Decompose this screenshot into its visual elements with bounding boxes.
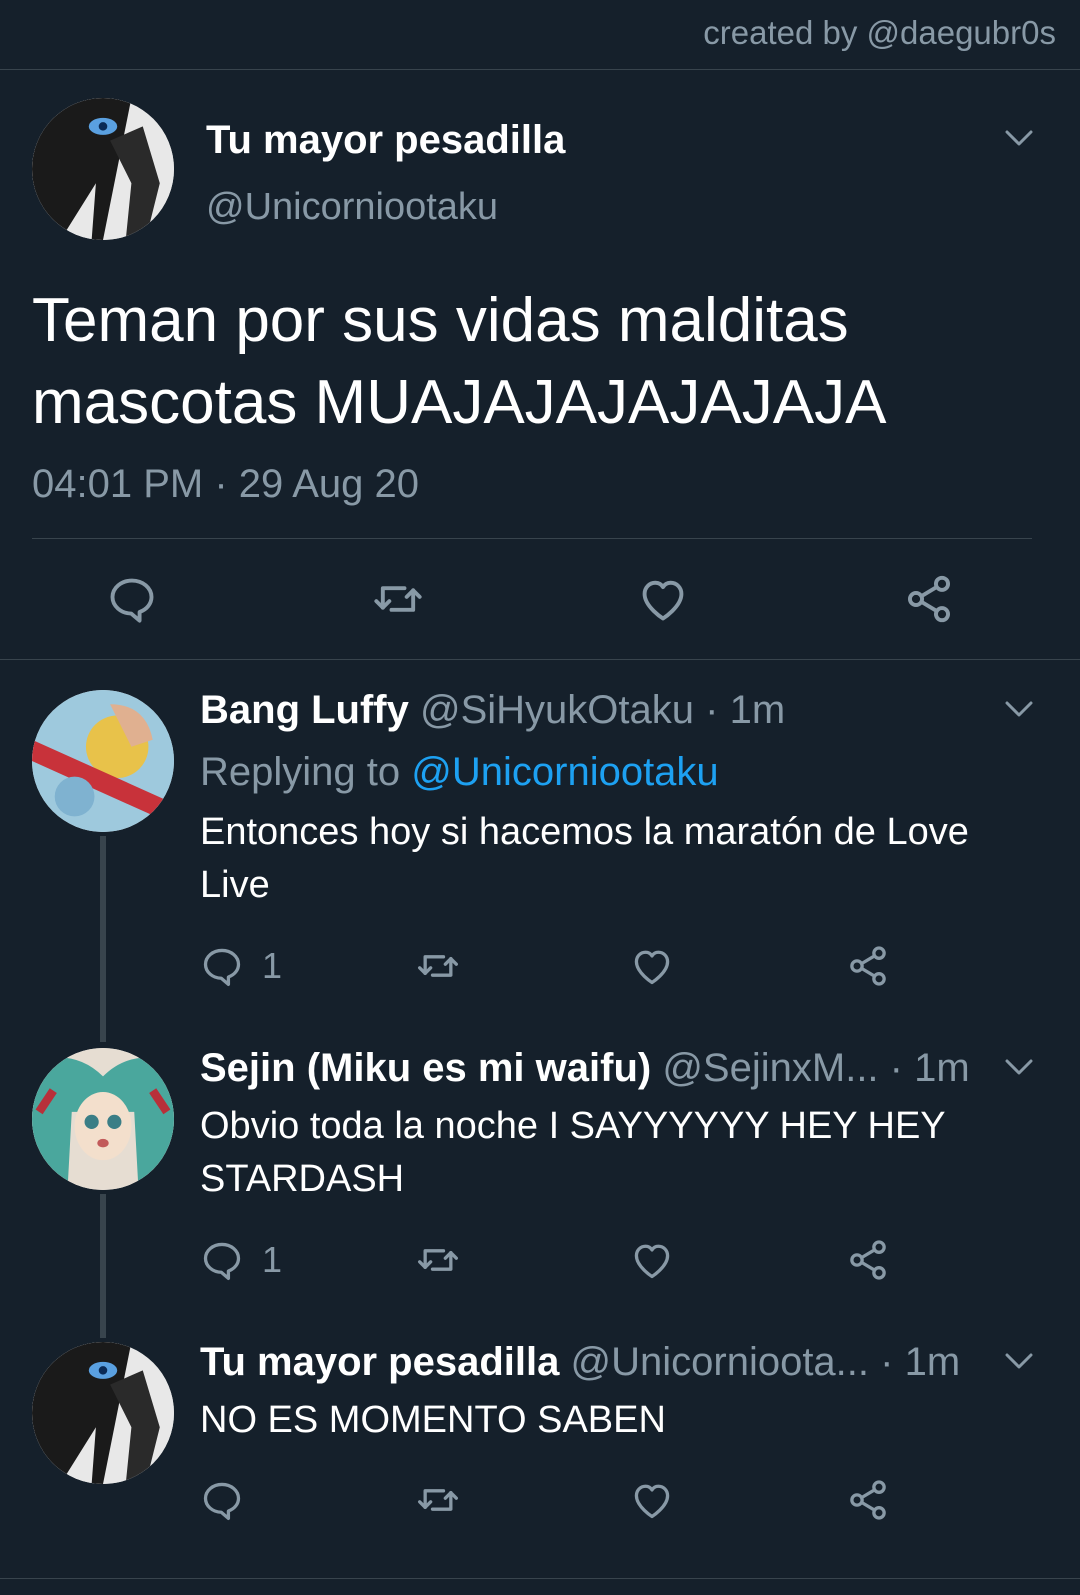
- avatar-image: [32, 690, 174, 832]
- reply-author-name[interactable]: Tu mayor pesadilla: [200, 1340, 559, 1384]
- share-icon: [846, 1238, 890, 1282]
- like-button[interactable]: [630, 944, 674, 988]
- heart-icon: [630, 1478, 674, 1522]
- tweet-date: 29 Aug 20: [238, 462, 419, 506]
- retweet-button[interactable]: [414, 1238, 462, 1282]
- avatar[interactable]: [32, 1342, 174, 1484]
- share-button[interactable]: [846, 944, 890, 988]
- reply-text: NO ES MOMENTO SABEN: [200, 1399, 666, 1441]
- retweet-icon: [414, 1238, 462, 1282]
- reply-author-name[interactable]: Sejin (Miku es mi waifu): [200, 1046, 651, 1090]
- reply-author-handle[interactable]: @SiHyukOtaku: [420, 688, 694, 732]
- retweet-button[interactable]: [414, 1478, 462, 1522]
- replying-to-label: Replying to: [200, 750, 401, 794]
- avatar[interactable]: [32, 1048, 174, 1190]
- reply-header: Bang Luffy @SiHyukOtaku · 1m: [200, 688, 785, 733]
- heart-icon: [636, 573, 690, 625]
- reply-author-name[interactable]: Bang Luffy: [200, 688, 409, 732]
- timestamp-dot: ·: [705, 688, 719, 732]
- reply-time: 1m: [729, 688, 786, 732]
- watermark-text: created by @daegubr0s: [703, 14, 1056, 51]
- timestamp-dot: ·: [889, 1046, 903, 1090]
- reply-text: Entonces hoy si hacemos la maratón de Lo…: [200, 811, 969, 906]
- main-tweet-timestamp: 04:01 PM · 29 Aug 20: [32, 462, 419, 507]
- reply-time: 1m: [904, 1340, 961, 1384]
- thread-line: [100, 1194, 106, 1338]
- chevron-down-icon[interactable]: [1004, 1057, 1034, 1077]
- avatar[interactable]: [32, 690, 174, 832]
- reply-text: Obvio toda la noche I SAYYYYYY HEY HEY S…: [200, 1105, 945, 1200]
- reply-author-handle[interactable]: @Unicornioota...: [571, 1340, 870, 1384]
- like-button[interactable]: [630, 1478, 674, 1522]
- reply-count: 1: [262, 945, 283, 986]
- divider: [0, 1578, 1080, 1579]
- reply-button[interactable]: 1: [200, 944, 282, 988]
- reply-button[interactable]: [106, 573, 158, 625]
- chevron-down-icon[interactable]: [1004, 128, 1034, 148]
- reply-header: Tu mayor pesadilla @Unicornioota... · 1m: [200, 1340, 960, 1385]
- retweet-button[interactable]: [414, 944, 462, 988]
- share-icon: [846, 1478, 890, 1522]
- reply-icon: [106, 573, 158, 625]
- reply-icon: [200, 1478, 244, 1522]
- timestamp-dot: ·: [880, 1340, 894, 1384]
- share-icon: [902, 573, 956, 625]
- main-author-name[interactable]: Tu mayor pesadilla: [206, 118, 565, 163]
- replying-to: Replying to @Unicorniootaku: [200, 750, 719, 795]
- reply-header: Sejin (Miku es mi waifu) @SejinxM... · 1…: [200, 1046, 970, 1091]
- heart-icon: [630, 1238, 674, 1282]
- retweet-icon: [414, 944, 462, 988]
- reply-icon: [200, 1238, 244, 1282]
- avatar-image: [32, 1342, 174, 1484]
- reply-count: 1: [262, 1239, 283, 1280]
- timestamp-dot: ·: [214, 462, 228, 506]
- reply-button[interactable]: [200, 1478, 244, 1522]
- chevron-down-icon[interactable]: [1004, 699, 1034, 719]
- thread-line: [100, 836, 106, 1042]
- tweet-time: 04:01 PM: [32, 462, 204, 506]
- chevron-down-icon[interactable]: [1004, 1351, 1034, 1371]
- replying-to-link[interactable]: @Unicorniootaku: [411, 750, 718, 794]
- main-tweet-text: Teman por sus vidas malditas mascotas MU…: [32, 286, 887, 437]
- retweet-button[interactable]: [370, 573, 426, 625]
- share-button[interactable]: [902, 573, 956, 625]
- share-icon: [846, 944, 890, 988]
- heart-icon: [630, 944, 674, 988]
- like-button[interactable]: [636, 573, 690, 625]
- retweet-icon: [414, 1478, 462, 1522]
- share-button[interactable]: [846, 1478, 890, 1522]
- top-divider: [0, 69, 1080, 70]
- reply-icon: [200, 944, 244, 988]
- avatar[interactable]: [32, 98, 174, 240]
- like-button[interactable]: [630, 1238, 674, 1282]
- share-button[interactable]: [846, 1238, 890, 1282]
- main-author-handle[interactable]: @Unicorniootaku: [206, 186, 498, 229]
- divider: [0, 659, 1080, 660]
- divider: [32, 538, 1032, 539]
- reply-time: 1m: [914, 1046, 970, 1090]
- avatar-image: [32, 98, 174, 240]
- retweet-icon: [370, 573, 426, 625]
- reply-author-handle[interactable]: @SejinxM...: [662, 1046, 878, 1090]
- reply-button[interactable]: 1: [200, 1238, 282, 1282]
- avatar-image: [32, 1048, 174, 1190]
